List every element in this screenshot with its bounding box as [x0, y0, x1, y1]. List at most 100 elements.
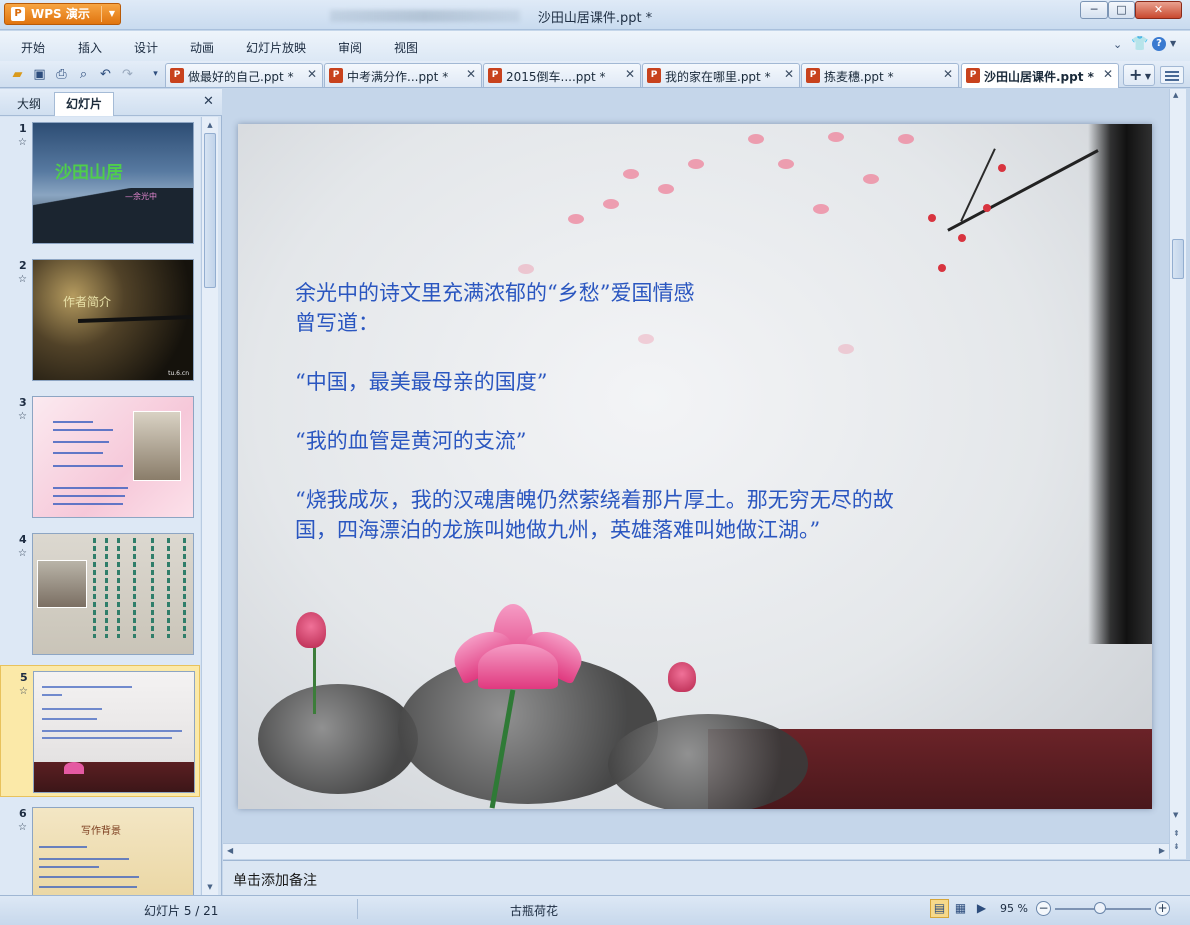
thumbnail-title: 写作背景	[81, 826, 121, 837]
close-tab-icon[interactable]: ✕	[466, 67, 476, 81]
slide-thumbnail[interactable]: 写作背景	[32, 807, 194, 895]
slide-thumbnail-row-selected[interactable]: 5 ☆	[0, 665, 200, 797]
slide-thumbnail[interactable]	[32, 396, 194, 518]
menu-insert[interactable]: 插入	[78, 39, 102, 56]
maximize-button[interactable]: □	[1108, 1, 1135, 19]
doc-tab[interactable]: P 拣麦穗.ppt * ✕	[801, 63, 959, 87]
text-column	[105, 538, 108, 638]
scroll-right-icon[interactable]: ▶	[1159, 846, 1165, 855]
notes-pane[interactable]: 单击添加备注	[223, 860, 1190, 895]
doc-tab[interactable]: P 做最好的自己.ppt * ✕	[165, 63, 323, 87]
open-folder-icon[interactable]: ▰	[9, 66, 26, 83]
slide-thumbnail-row[interactable]: 3 ☆	[0, 391, 200, 523]
scroll-down-icon[interactable]: ▼	[203, 880, 217, 894]
menu-design[interactable]: 设计	[134, 39, 158, 56]
lotus-bud	[668, 662, 696, 692]
redo-icon[interactable]: ↷	[119, 66, 136, 83]
close-window-button[interactable]: ✕	[1135, 1, 1182, 19]
help-dropdown-icon[interactable]: ▼	[1170, 39, 1176, 48]
close-tab-icon[interactable]: ✕	[784, 67, 794, 81]
doc-tab[interactable]: P 我的家在哪里.ppt * ✕	[642, 63, 800, 87]
slide-canvas[interactable]: 余光中的诗文里充满浓郁的“乡愁”爱国情感 曾写道： “中国，最美最母亲的国度” …	[238, 124, 1152, 809]
new-tab-button[interactable]: + ▼	[1123, 64, 1155, 86]
normal-view-icon[interactable]: ▤	[930, 899, 949, 918]
skin-icon[interactable]: 👕	[1131, 36, 1148, 52]
scroll-down-icon[interactable]: ▼	[1173, 811, 1178, 819]
doc-tab-active[interactable]: P 沙田山居课件.ppt * ✕	[961, 63, 1119, 88]
slide-thumbnail-row[interactable]: 6 ☆ 写作背景	[0, 802, 200, 895]
slide-text-box[interactable]: 余光中的诗文里充满浓郁的“乡愁”爱国情感 曾写道： “中国，最美最母亲的国度” …	[295, 278, 1055, 545]
ppt-file-icon: P	[806, 68, 820, 83]
lotus-leaf	[258, 684, 418, 794]
chevron-down-icon: ▼	[1144, 72, 1151, 81]
panel-tabs: 大纲 幻灯片 ✕	[0, 89, 222, 116]
doc-tab[interactable]: P 中考满分作...ppt * ✕	[324, 63, 482, 87]
slide-thumbnail-row[interactable]: 4 ☆	[0, 528, 200, 660]
slide-thumbnail[interactable]	[32, 533, 194, 655]
window-title: 沙田山居课件.ppt *	[537, 11, 653, 26]
plum-branch-graphic	[960, 148, 996, 222]
save-icon[interactable]: ▣	[31, 66, 48, 83]
close-tab-icon[interactable]: ✕	[1103, 67, 1113, 81]
slide-thumbnail[interactable]: 沙田山居 —余光中	[32, 122, 194, 244]
slide-thumbnail-row[interactable]: 1 ☆ 沙田山居 —余光中	[0, 117, 200, 249]
print-preview-icon[interactable]: ⌕	[75, 66, 92, 83]
help-icon[interactable]: ?	[1152, 37, 1166, 51]
collapse-ribbon-icon[interactable]: ⌄	[1113, 38, 1122, 51]
slide-position: 幻灯片 5 / 21	[144, 904, 219, 918]
undo-icon[interactable]: ↶	[97, 66, 114, 83]
menu-review[interactable]: 审阅	[338, 39, 362, 56]
minimize-button[interactable]: ─	[1080, 1, 1108, 19]
menu-slideshow[interactable]: 幻灯片放映	[246, 39, 306, 56]
slide-paragraph: “我的血管是黄河的支流”	[295, 429, 527, 453]
scrollbar-thumb[interactable]	[204, 133, 216, 288]
close-panel-icon[interactable]: ✕	[203, 94, 214, 109]
previous-slide-icon[interactable]: ⇞	[1173, 829, 1180, 838]
scroll-left-icon[interactable]: ◀	[227, 846, 233, 855]
next-slide-icon[interactable]: ⇟	[1173, 842, 1180, 851]
slide-paragraph: 曾写道：	[295, 311, 379, 335]
slides-panel: 大纲 幻灯片 ✕ 1 ☆ 沙田山居 —余光中 2 ☆ 作者简介 tu.6.cn	[0, 89, 222, 895]
slide-thumbnail[interactable]	[33, 671, 195, 793]
petal	[813, 204, 829, 214]
thumbnail-watermark: tu.6.cn	[168, 370, 189, 377]
plum-blossom	[958, 234, 966, 242]
notes-placeholder[interactable]: 单击添加备注	[233, 870, 317, 890]
doc-tab[interactable]: P 2015倒车....ppt * ✕	[483, 63, 641, 87]
close-tab-icon[interactable]: ✕	[943, 67, 953, 81]
lotus-bud	[296, 612, 326, 648]
print-icon[interactable]: ⎙	[53, 66, 70, 83]
zoom-in-icon[interactable]: +	[1155, 901, 1170, 916]
ppt-file-icon: P	[329, 68, 343, 83]
menu-view[interactable]: 视图	[394, 39, 418, 56]
editor-vertical-scrollbar[interactable]: ▲ ▼ ⇞ ⇟	[1169, 89, 1186, 859]
zoom-slider-thumb[interactable]	[1094, 902, 1106, 914]
author-photo	[133, 411, 181, 481]
zoom-out-icon[interactable]: −	[1036, 901, 1051, 916]
tab-slides[interactable]: 幻灯片	[54, 92, 114, 116]
slide-sorter-icon[interactable]: ▦	[951, 899, 970, 918]
slide-number: 2	[19, 259, 27, 272]
editor-horizontal-scrollbar[interactable]: ◀ ▶	[223, 843, 1169, 859]
scroll-up-icon[interactable]: ▲	[203, 118, 217, 132]
slide-thumbnail-row[interactable]: 2 ☆ 作者简介 tu.6.cn	[0, 254, 200, 386]
thumbnail-title: 沙田山居	[55, 163, 123, 183]
text-line	[53, 421, 93, 423]
close-tab-icon[interactable]: ✕	[625, 67, 635, 81]
petal	[658, 184, 674, 194]
customize-dropdown-icon[interactable]: ▾	[147, 66, 164, 83]
star-icon: ☆	[18, 411, 27, 422]
menu-animation[interactable]: 动画	[190, 39, 214, 56]
slideshow-icon[interactable]: ▶	[972, 899, 991, 918]
slide-paragraph: 国，四海漂泊的龙族叫她做九州，英雄落难叫她做江湖。”	[295, 518, 821, 542]
thumbnail-scrollbar[interactable]: ▲ ▼	[201, 117, 218, 895]
close-tab-icon[interactable]: ✕	[307, 67, 317, 81]
slide-thumbnail[interactable]: 作者简介 tu.6.cn	[32, 259, 194, 381]
star-icon: ☆	[18, 137, 27, 148]
scroll-up-icon[interactable]: ▲	[1173, 91, 1178, 99]
slide-number: 5	[20, 671, 28, 684]
tab-outline[interactable]: 大纲	[6, 92, 52, 116]
menu-home[interactable]: 开始	[21, 39, 45, 56]
scrollbar-thumb[interactable]	[1172, 239, 1184, 279]
tab-list-icon[interactable]	[1160, 66, 1184, 84]
